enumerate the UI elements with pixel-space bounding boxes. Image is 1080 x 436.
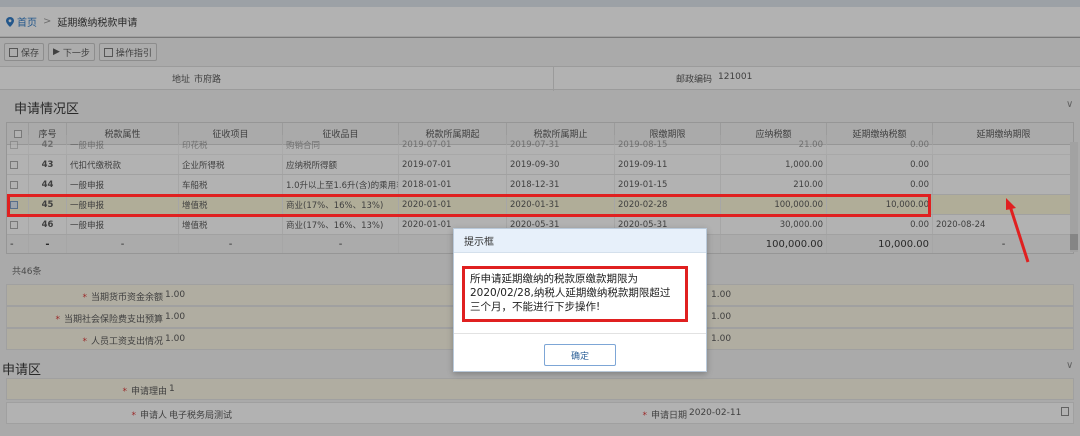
dialog-message: 所申请延期缴纳的税款原缴款期限为2020/02/28,纳税人延期缴纳税款期限超过… xyxy=(462,266,688,322)
dialog-divider xyxy=(454,333,706,334)
alert-dialog: 提示框 所申请延期缴纳的税款原缴款期限为2020/02/28,纳税人延期缴纳税款… xyxy=(453,228,707,372)
highlight-box-selected-row xyxy=(7,194,931,217)
annotation-arrow-icon xyxy=(1006,198,1030,263)
confirm-button[interactable]: 确定 xyxy=(544,344,616,366)
dialog-title: 提示框 xyxy=(454,229,706,253)
